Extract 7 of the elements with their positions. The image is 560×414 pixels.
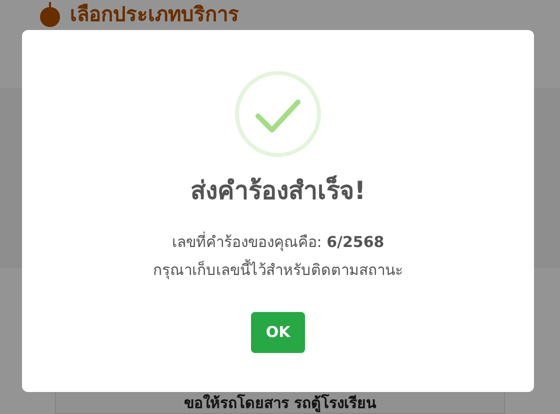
page-heading: เลือกประเภทบริการ [70, 1, 239, 28]
dialog-note: กรุณาเก็บเลขนี้ไว้สำหรับติดตามสถานะ [153, 258, 403, 282]
request-number-text: เลขที่คำร้องของคุณคือ: 6/2568 [172, 230, 384, 254]
service-title: ขอให้รถโดยสาร รถตู้โรงเรียน [184, 393, 376, 413]
dialog-title: ส่งคำร้องสำเร็จ! [190, 176, 366, 206]
ok-button[interactable]: OK [250, 312, 306, 352]
pin-icon [40, 2, 60, 26]
